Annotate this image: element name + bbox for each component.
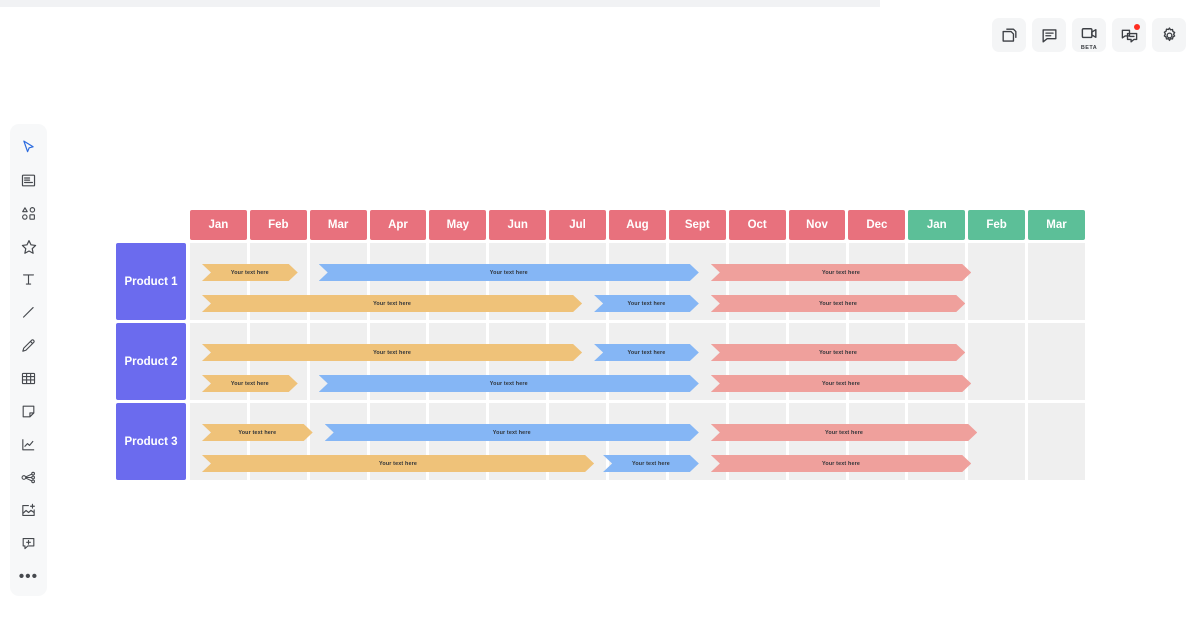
roadmap-bar-label: Your text here: [819, 349, 858, 356]
mindmap-icon[interactable]: [12, 461, 45, 494]
line-icon[interactable]: [12, 296, 45, 329]
roadmap-bar-label: Your text here: [825, 429, 863, 436]
roadmap-bar-label: Your text here: [230, 380, 269, 387]
add-image-icon[interactable]: [12, 494, 45, 527]
roadmap-bar-label: Your text here: [822, 380, 860, 387]
roadmap-bar-label: Your text here: [373, 349, 412, 356]
cursor-icon[interactable]: [12, 131, 45, 164]
pencil-icon[interactable]: [12, 329, 45, 362]
more-tools-button[interactable]: •••: [12, 560, 45, 593]
pages-icon[interactable]: [992, 18, 1026, 52]
roadmap-bar-label: Your text here: [373, 300, 412, 307]
roadmap-bar[interactable]: Your text here: [603, 455, 699, 472]
roadmap-bar-label: Your text here: [489, 380, 528, 387]
roadmap-bar[interactable]: Your text here: [202, 344, 582, 361]
add-comment-icon[interactable]: [12, 527, 45, 560]
roadmap-chart: Jan Feb Mar Apr May Jun Jul Aug Sept Oct Nov Dec Jan…: [116, 210, 1085, 480]
roadmap-bar[interactable]: Your text here: [319, 375, 699, 392]
roadmap-bar[interactable]: Your text here: [711, 264, 971, 281]
roadmap-bar-label: Your text here: [631, 460, 670, 467]
sticky-note-icon[interactable]: [12, 395, 45, 428]
month-header-feb-1[interactable]: Feb: [249, 210, 307, 240]
roadmap-bar[interactable]: Your text here: [711, 295, 965, 312]
roadmap-bar-label: Your text here: [238, 429, 277, 436]
gridline: [1025, 243, 1029, 320]
chat-icon[interactable]: [1112, 18, 1146, 52]
month-header-apr-1[interactable]: Apr: [369, 210, 427, 240]
gridline: [1025, 403, 1029, 480]
app-canvas: BETA ••• Jan Feb Mar Apr May Jun Jul Aug…: [0, 0, 1200, 630]
video-icon[interactable]: BETA: [1072, 18, 1106, 52]
roadmap-bar[interactable]: Your text here: [594, 344, 699, 361]
gridline: [306, 323, 310, 400]
chat-notification-dot: [1134, 24, 1140, 30]
roadmap-bar-label: Your text here: [379, 460, 417, 467]
table-icon[interactable]: [12, 362, 45, 395]
month-header-mar-2[interactable]: Mar: [1028, 210, 1085, 240]
top-strip: [0, 0, 880, 7]
roadmap-bar[interactable]: Your text here: [319, 264, 699, 281]
chart-icon[interactable]: [12, 428, 45, 461]
text-icon[interactable]: [12, 263, 45, 296]
roadmap-bar-label: Your text here: [489, 269, 528, 276]
roadmap-row: Product 3 Your text here Your text here You…: [116, 403, 1085, 480]
top-toolbar: BETA: [992, 18, 1186, 52]
month-header-jul-1[interactable]: Jul: [549, 210, 607, 240]
roadmap-bar[interactable]: Your text here: [202, 375, 298, 392]
comment-icon[interactable]: [1032, 18, 1066, 52]
shapes-icon[interactable]: [12, 197, 45, 230]
month-header-feb-2[interactable]: Feb: [968, 210, 1026, 240]
month-header-jun-1[interactable]: Jun: [489, 210, 547, 240]
month-header-oct-1[interactable]: Oct: [728, 210, 786, 240]
month-header-may-1[interactable]: May: [429, 210, 487, 240]
month-header-jan-2[interactable]: Jan: [908, 210, 966, 240]
roadmap-track: Your text here Your text here Your text he…: [190, 323, 1085, 400]
gridline: [965, 243, 969, 320]
star-icon[interactable]: [12, 230, 45, 263]
month-header-sept-1[interactable]: Sept: [668, 210, 726, 240]
roadmap-bar-label: Your text here: [627, 300, 666, 307]
row-label-product-2[interactable]: Product 2: [116, 323, 186, 400]
month-header-mar-1[interactable]: Mar: [309, 210, 367, 240]
row-label-product-1[interactable]: Product 1: [116, 243, 186, 320]
month-header-nov-1[interactable]: Nov: [788, 210, 846, 240]
roadmap-bar[interactable]: Your text here: [711, 455, 971, 472]
roadmap-bar[interactable]: Your text here: [711, 375, 971, 392]
month-header-aug-1[interactable]: Aug: [609, 210, 666, 240]
roadmap-bar[interactable]: Your text here: [202, 295, 582, 312]
row-label-product-3[interactable]: Product 3: [116, 403, 186, 480]
roadmap-bar-label: Your text here: [822, 269, 860, 276]
gridline: [1025, 323, 1029, 400]
roadmap-bar-label: Your text here: [627, 349, 666, 356]
roadmap-bar[interactable]: Your text here: [711, 344, 965, 361]
roadmap-row: Product 1 Your text here Your text here You…: [116, 243, 1085, 320]
video-beta-badge: BETA: [1080, 45, 1098, 51]
roadmap-bar-label: Your text here: [819, 300, 858, 307]
roadmap-bar[interactable]: Your text here: [325, 424, 699, 441]
roadmap-track: Your text here Your text here Your text he…: [190, 403, 1085, 480]
roadmap-bar[interactable]: Your text here: [202, 264, 298, 281]
roadmap-month-header: Jan Feb Mar Apr May Jun Jul Aug Sept Oct Nov Dec Jan…: [190, 210, 1085, 240]
template-icon[interactable]: [12, 164, 45, 197]
month-header-dec-1[interactable]: Dec: [848, 210, 906, 240]
roadmap-bar-label: Your text here: [230, 269, 269, 276]
roadmap-bar[interactable]: Your text here: [202, 424, 313, 441]
roadmap-bar[interactable]: Your text here: [594, 295, 699, 312]
roadmap-bar[interactable]: Your text here: [202, 455, 594, 472]
roadmap-bar-label: Your text here: [492, 429, 531, 436]
gear-icon[interactable]: [1152, 18, 1186, 52]
roadmap-bar[interactable]: Your text here: [711, 424, 977, 441]
roadmap-row: Product 2 Your text here Your text here You…: [116, 323, 1085, 400]
roadmap-track: Your text here Your text here Your text he…: [190, 243, 1085, 320]
month-header-jan-1[interactable]: Jan: [190, 210, 247, 240]
left-toolbar: •••: [10, 124, 47, 596]
roadmap-bar-label: Your text here: [822, 460, 860, 467]
roadmap-rows: Product 1 Your text here Your text here You…: [116, 243, 1085, 480]
